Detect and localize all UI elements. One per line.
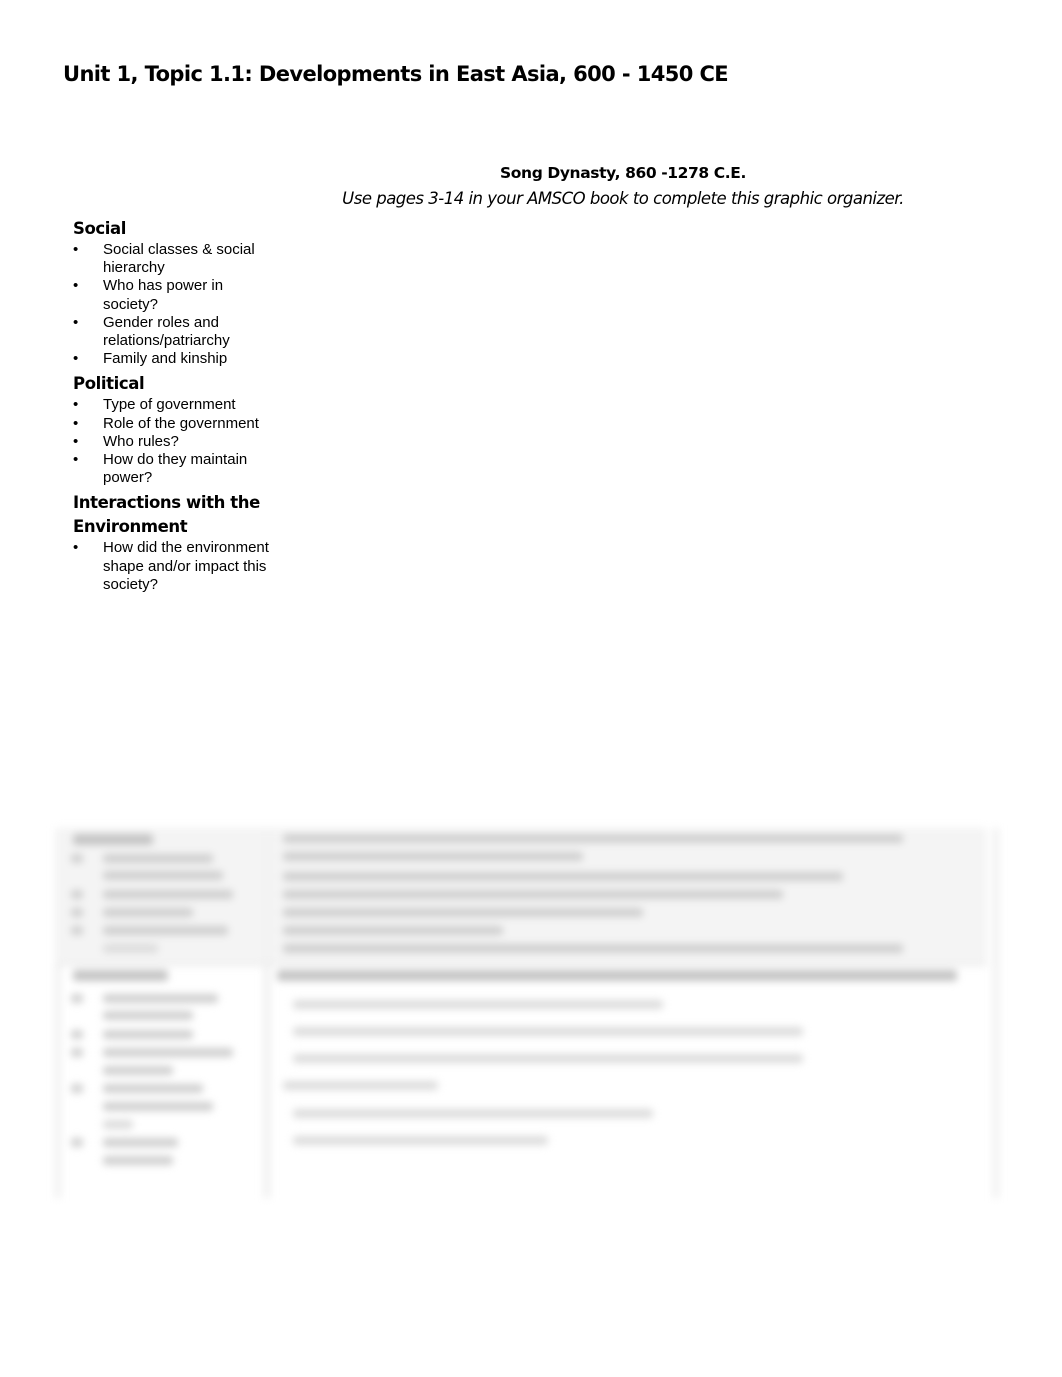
section-heading-social: Social (73, 219, 127, 238)
blurred-text-line (283, 926, 503, 935)
page-title: Unit 1, Topic 1.1: Developments in East … (63, 62, 729, 86)
blurred-text-line (103, 1011, 193, 1020)
blurred-text-line (293, 1027, 803, 1036)
blurred-text-line (103, 854, 213, 863)
blurred-text-line (283, 908, 643, 917)
blurred-text-line (103, 944, 158, 953)
blurred-text-line (293, 1136, 548, 1145)
blurred-text-line (103, 890, 233, 899)
instructions-text: Use pages 3-14 in your AMSCO book to com… (342, 189, 904, 208)
blurred-text-line (293, 1000, 663, 1009)
blurred-text-line (103, 1156, 173, 1165)
blurred-text-line (283, 890, 783, 899)
blurred-heading (277, 970, 957, 981)
blurred-bullet (71, 1030, 83, 1039)
list-item: How did the environment shape and/or imp… (73, 539, 273, 594)
blurred-text-line (293, 1109, 653, 1118)
blurred-heading (73, 834, 153, 845)
blurred-text-line (103, 1066, 173, 1075)
organizer-categories: Social Social classes & social hierarchy… (73, 217, 273, 598)
blurred-text-line (283, 944, 903, 953)
blurred-bullet (71, 1138, 83, 1147)
blurred-preview-table (55, 828, 999, 1198)
political-bullet-list: Type of government Role of the governmen… (73, 396, 273, 487)
blurred-text-line (283, 1081, 438, 1090)
blurred-text-line (103, 1030, 193, 1039)
blurred-bullet (71, 1084, 83, 1093)
blurred-text-line (103, 1120, 133, 1129)
social-bullet-list: Social classes & social hierarchy Who ha… (73, 241, 273, 369)
blurred-bullet (71, 926, 83, 935)
blurred-row-divider (55, 963, 987, 966)
blurred-text-line (103, 1084, 203, 1093)
list-item: Role of the government (73, 415, 273, 433)
section-heading-political: Political (73, 374, 145, 394)
blurred-bullet (71, 908, 83, 917)
list-item: How do they maintain power? (73, 451, 273, 487)
environment-bullet-list: How did the environment shape and/or imp… (73, 539, 273, 594)
section-environment: Interactions with the Environment How di… (73, 491, 273, 594)
blurred-text-line (103, 926, 228, 935)
list-item: Social classes & social hierarchy (73, 241, 273, 277)
section-heading-environment: Interactions with the Environment (73, 493, 260, 537)
blurred-text-line (293, 1054, 803, 1063)
blurred-bullet (71, 994, 83, 1003)
blurred-text-line (103, 1138, 178, 1147)
blurred-heading (73, 970, 168, 981)
blurred-bullet (71, 854, 83, 863)
blurred-bullet (71, 890, 83, 899)
blurred-text-line (283, 834, 903, 843)
list-item: Who rules? (73, 433, 273, 451)
blurred-text-line (283, 852, 583, 861)
blurred-text-line (283, 872, 843, 881)
list-item: Who has power in society? (73, 277, 273, 313)
blurred-text-line (103, 1102, 213, 1111)
section-political: Political Type of government Role of the… (73, 372, 273, 487)
blurred-text-line (103, 1048, 233, 1057)
list-item: Type of government (73, 396, 273, 414)
dynasty-subtitle: Song Dynasty, 860 -1278 C.E. (500, 164, 746, 182)
blurred-text-line (103, 871, 223, 880)
list-item: Gender roles and relations/patriarchy (73, 314, 273, 350)
blurred-text-line (103, 994, 218, 1003)
blurred-column-divider (263, 828, 271, 1198)
section-social: Social Social classes & social hierarchy… (73, 217, 273, 369)
blurred-bullet (71, 1048, 83, 1057)
list-item: Family and kinship (73, 350, 273, 368)
blurred-text-line (103, 908, 193, 917)
